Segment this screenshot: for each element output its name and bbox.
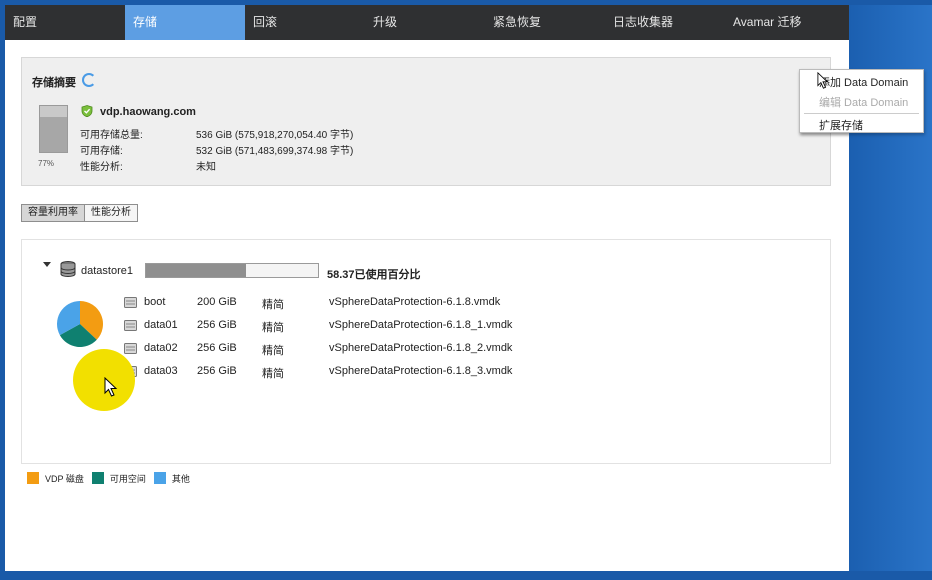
tab-log-collector[interactable]: 日志收集器: [605, 5, 725, 40]
tab-emergency-restore[interactable]: 紧急恢复: [485, 5, 605, 40]
expand-storage-item[interactable]: 扩展存储: [819, 117, 863, 133]
legend-swatch-free: [91, 472, 104, 484]
tab-config[interactable]: 配置: [5, 5, 125, 40]
prop-available-value: 532 GiB (571,483,699,374.98 字节): [196, 146, 354, 157]
datastore-free-fill: [246, 264, 318, 277]
disk-icon: [124, 343, 137, 354]
disk-size: 256 GiB: [197, 365, 237, 377]
disk-file: vSphereDataProtection-6.1.8_1.vmdk: [329, 319, 513, 331]
disk-type: 精简: [262, 368, 284, 380]
disk-icon: [124, 320, 137, 331]
datastore-usage-bar: [145, 263, 319, 278]
performance-button[interactable]: 性能分析: [85, 204, 138, 222]
menu-cursor-icon: [817, 72, 829, 89]
gauge-percent-label: 77%: [38, 159, 55, 168]
summary-title: 存储摘要: [32, 77, 76, 89]
mouse-cursor-icon: [104, 377, 118, 397]
legend-label-free: 可用空间: [109, 473, 146, 484]
prop-performance-value: 未知: [196, 162, 216, 173]
tab-rollback[interactable]: 回滚: [245, 5, 365, 40]
disk-size: 256 GiB: [197, 342, 237, 354]
disk-file: vSphereDataProtection-6.1.8.vmdk: [329, 296, 501, 308]
legend-swatch-other: [153, 472, 166, 484]
disk-row[interactable]: data03 256 GiB 精简 vSphereDataProtection-…: [22, 365, 832, 381]
host-name: vdp.haowang.com: [100, 106, 196, 118]
disk-row[interactable]: data02 256 GiB 精简 vSphereDataProtection-…: [22, 342, 832, 358]
database-icon: [60, 261, 76, 278]
disk-name: data03: [144, 365, 178, 377]
disk-icon: [124, 297, 137, 308]
disk-size: 200 GiB: [197, 296, 237, 308]
tab-bar: 配置 存储 回滚 升级 紧急恢复 日志收集器 Avamar 迁移: [5, 5, 849, 40]
expand-arrow-icon[interactable]: [43, 262, 51, 267]
storage-context-menu: 添加 Data Domain 编辑 Data Domain 扩展存储: [799, 69, 924, 133]
menu-separator: [804, 113, 919, 114]
tab-upgrade[interactable]: 升级: [365, 5, 485, 40]
storage-gauge: [39, 105, 68, 153]
view-toggle: 容量利用率 性能分析: [21, 204, 138, 222]
capacity-button[interactable]: 容量利用率: [21, 204, 85, 222]
prop-total-value: 536 GiB (575,918,270,054.40 字节): [196, 130, 354, 141]
disk-type: 精简: [262, 345, 284, 357]
shield-check-icon: [81, 105, 93, 117]
storage-window: 配置 存储 回滚 升级 紧急恢复 日志收集器 Avamar 迁移 存储摘要 77…: [5, 5, 849, 571]
disk-name: boot: [144, 296, 166, 308]
disk-name: data02: [144, 342, 178, 354]
prop-performance-label: 性能分析:: [80, 162, 123, 173]
legend-label-vdp: VDP 磁盘: [45, 473, 84, 484]
datastore-name: datastore1: [81, 265, 133, 277]
disk-row[interactable]: data01 256 GiB 精简 vSphereDataProtection-…: [22, 319, 832, 335]
tab-storage[interactable]: 存储: [125, 5, 245, 40]
disk-row[interactable]: boot 200 GiB 精简 vSphereDataProtection-6.…: [22, 296, 832, 312]
legend-swatch-vdp: [27, 472, 39, 484]
disk-type: 精简: [262, 322, 284, 334]
pie-legend: VDP 磁盘 可用空间 其他: [27, 471, 198, 485]
disk-size: 256 GiB: [197, 319, 237, 331]
tab-avamar-migration[interactable]: Avamar 迁移: [725, 5, 849, 40]
gauge-fill: [40, 116, 67, 152]
disk-name: data01: [144, 319, 178, 331]
refresh-icon[interactable]: [82, 73, 96, 87]
legend-label-other: 其他: [171, 473, 190, 484]
datastore-panel: datastore1 58.37已使用百分比 boot 200 GiB 精简 v…: [21, 239, 831, 464]
edit-data-domain-item[interactable]: 编辑 Data Domain: [819, 94, 908, 110]
datastore-usage-label: 58.37已使用百分比: [327, 269, 421, 281]
disk-file: vSphereDataProtection-6.1.8_3.vmdk: [329, 365, 513, 377]
disk-file: vSphereDataProtection-6.1.8_2.vmdk: [329, 342, 513, 354]
prop-total-label: 可用存储总量:: [80, 130, 143, 141]
storage-summary-panel: 存储摘要 77% vdp.haowang.com 可用存储总量: 536 GiB…: [21, 57, 831, 186]
disk-type: 精简: [262, 299, 284, 311]
add-data-domain-item[interactable]: 添加 Data Domain: [819, 74, 908, 90]
prop-available-label: 可用存储:: [80, 146, 123, 157]
